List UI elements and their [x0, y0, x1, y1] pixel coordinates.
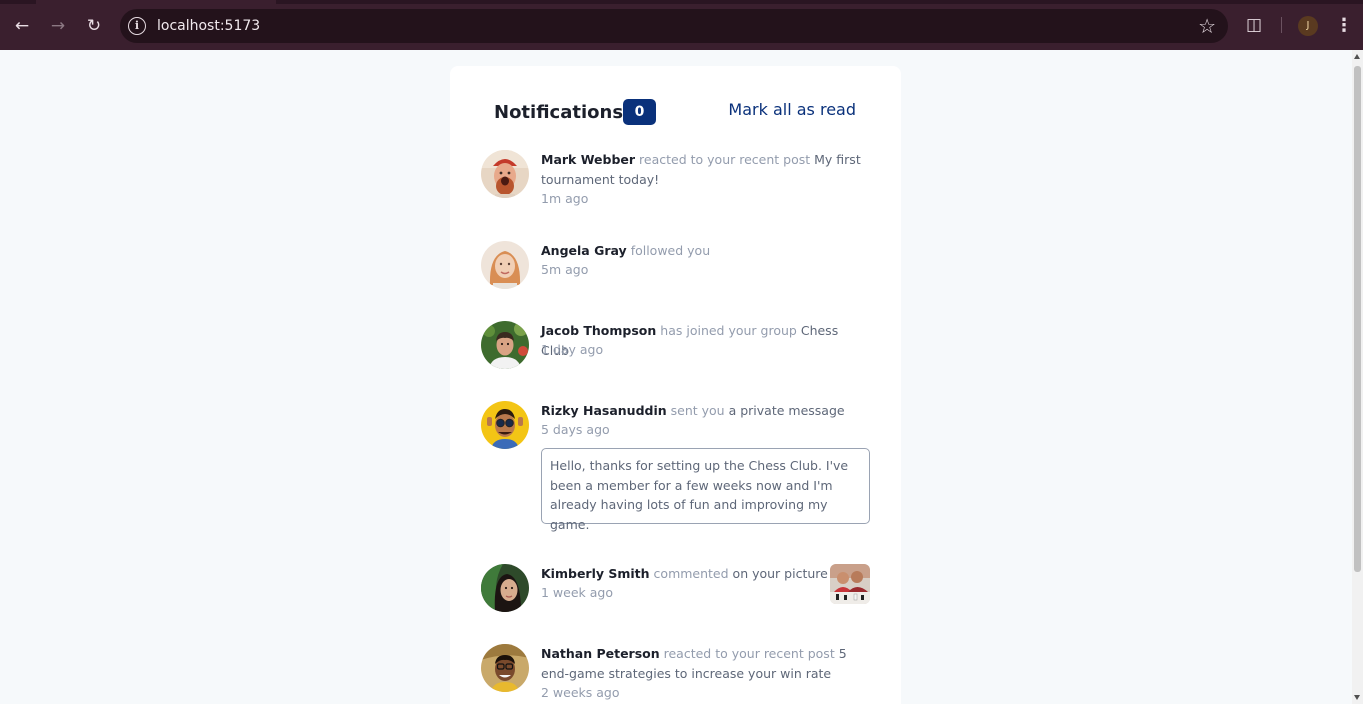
notification-time: 1 week ago: [541, 585, 613, 600]
notification-target-picture: on your picture: [732, 566, 828, 581]
notification-action: sent you: [670, 403, 725, 418]
notification-text: Angela Gray followed you: [541, 241, 861, 261]
toolbar-divider: [1281, 17, 1282, 33]
bookmark-star-icon[interactable]: ☆: [1198, 14, 1216, 38]
scroll-up-arrow[interactable]: [1354, 54, 1360, 59]
address-bar[interactable]: i localhost:5173 ☆: [120, 9, 1228, 43]
site-info-icon[interactable]: i: [128, 17, 146, 35]
scroll-down-arrow[interactable]: [1354, 695, 1360, 700]
notification-text: Kimberly Smith commented on your picture: [541, 564, 861, 584]
commented-picture-thumbnail[interactable]: [830, 564, 870, 604]
notification-user-name[interactable]: Kimberly Smith: [541, 566, 650, 581]
notification-user-name[interactable]: Jacob Thompson: [541, 323, 656, 338]
notification-time: 1 day ago: [541, 342, 604, 357]
notifications-card: Notifications 0 Mark all as read Mark We…: [450, 66, 901, 704]
notification-time: 1m ago: [541, 191, 589, 206]
notification-action: commented: [653, 566, 729, 581]
browser-toolbar: ← → ↻ i localhost:5173 ☆ ◫ J ⋮: [0, 0, 1363, 50]
notification-action: followed you: [630, 243, 711, 258]
page-title: Notifications: [494, 102, 624, 123]
notification-text: Nathan Peterson reacted to your recent p…: [541, 644, 861, 683]
notification-action: reacted to your recent post: [639, 152, 811, 167]
avatar-nathan-peterson[interactable]: [481, 644, 529, 692]
avatar-kimberly-smith[interactable]: [481, 564, 529, 612]
notification-time: 2 weeks ago: [541, 685, 620, 700]
notification-text: Rizky Hasanuddin sent you a private mess…: [541, 401, 861, 421]
notification-action: has joined your group: [660, 323, 797, 338]
reload-icon[interactable]: ↻: [81, 13, 107, 39]
avatar-mark-webber[interactable]: [481, 150, 529, 198]
avatar-angela-gray[interactable]: [481, 241, 529, 289]
back-icon[interactable]: ←: [9, 13, 35, 39]
active-tab[interactable]: [36, 0, 276, 4]
notification-user-name[interactable]: Mark Webber: [541, 152, 635, 167]
scrollbar-thumb[interactable]: [1354, 66, 1361, 572]
page-scrollbar[interactable]: [1352, 50, 1363, 704]
url-text[interactable]: localhost:5173: [157, 16, 260, 36]
notification-user-name[interactable]: Nathan Peterson: [541, 646, 660, 661]
avatar-jacob-thompson[interactable]: [481, 321, 529, 369]
notification-user-name[interactable]: Angela Gray: [541, 243, 627, 258]
tab-strip: [0, 0, 1363, 4]
notification-user-name[interactable]: Rizky Hasanuddin: [541, 403, 667, 418]
notification-text: Mark Webber reacted to your recent post …: [541, 150, 861, 189]
more-menu-icon[interactable]: ⋮: [1334, 13, 1354, 39]
notification-action: reacted to your recent post: [663, 646, 835, 661]
mark-all-read-button[interactable]: Mark all as read: [728, 99, 856, 121]
unread-count-badge: 0: [623, 99, 656, 125]
profile-avatar[interactable]: J: [1298, 16, 1318, 36]
notification-time: 5m ago: [541, 262, 589, 277]
notification-time: 5 days ago: [541, 422, 610, 437]
extensions-icon[interactable]: ◫: [1242, 13, 1266, 37]
forward-icon[interactable]: →: [45, 13, 71, 39]
avatar-rizky-hasanuddin[interactable]: [481, 401, 529, 449]
private-message-preview[interactable]: Hello, thanks for setting up the Chess C…: [541, 448, 870, 532]
notification-target-message[interactable]: a private message: [729, 403, 845, 418]
